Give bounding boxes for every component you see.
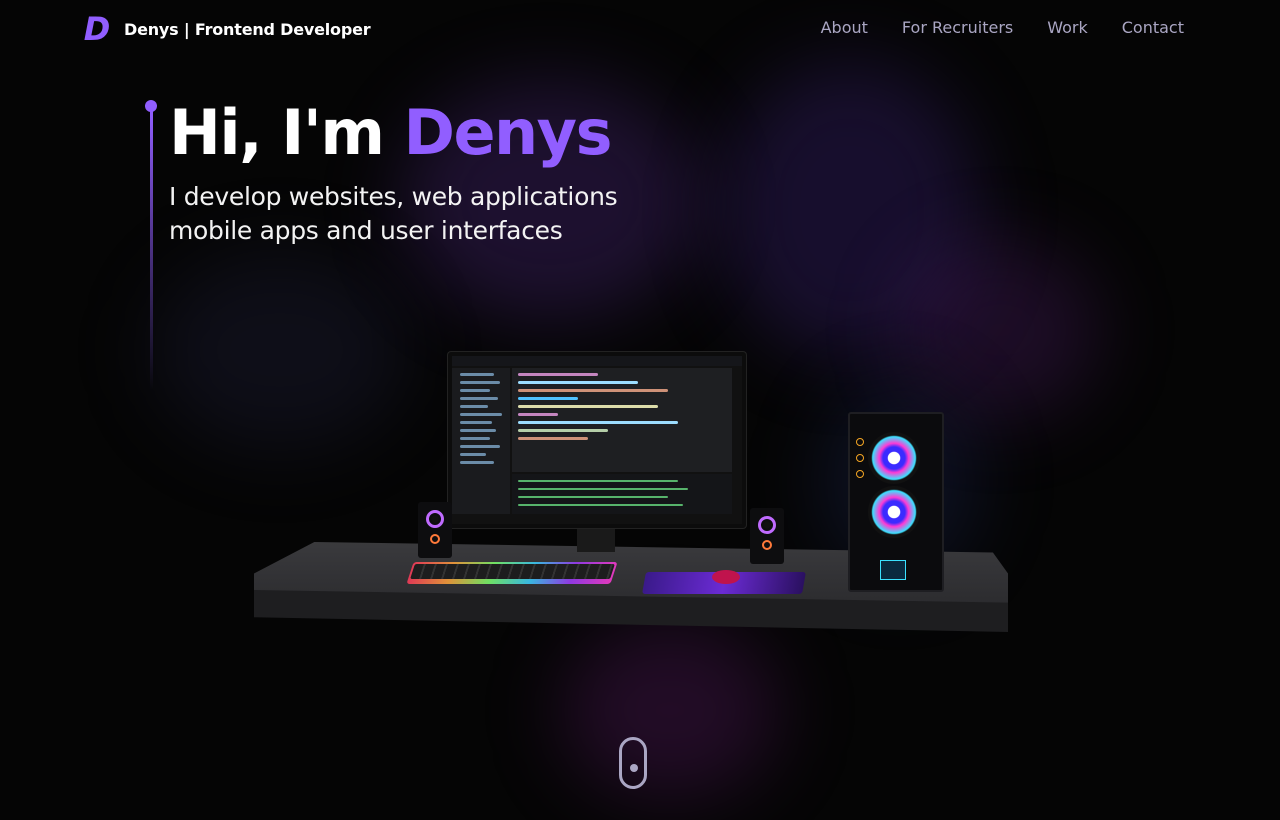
mouse [712,570,740,584]
editor-tabs [452,356,742,366]
main-nav: About For Recruiters Work Contact [821,18,1184,37]
nav-link-work[interactable]: Work [1047,18,1088,37]
desk-setup-3d-scene[interactable] [250,350,1010,650]
navbar: D Denys | Frontend Developer About For R… [0,0,1280,58]
nav-link-for-recruiters[interactable]: For Recruiters [902,18,1013,37]
mouse-scroll-icon[interactable] [619,737,647,789]
case-fan-bottom [868,486,920,538]
hero-accent-rule [150,110,153,390]
hero-heading: Hi, I'm Denys [169,96,613,170]
speaker-right [750,508,784,564]
hero-subtitle-line-1: I develop websites, web applications [169,182,618,211]
hero-greeting: Hi, I'm [169,96,404,169]
case-logo-badge [880,560,906,580]
nav-link-contact[interactable]: Contact [1122,18,1184,37]
logo-link[interactable]: D Denys | Frontend Developer [83,10,371,48]
editor-terminal [512,474,732,514]
editor-code [512,368,732,472]
hero-subtitle-line-2: mobile apps and user interfaces [169,216,563,245]
site-title: Denys | Frontend Developer [124,19,371,39]
keyboard [406,562,618,584]
editor-explorer [452,368,510,514]
pc-case [848,412,944,592]
hero-name: Denys [403,96,613,169]
case-fan-top [868,432,920,484]
letter-d-logo-icon: D [83,10,111,48]
scroll-dot [630,764,638,772]
speaker-left [418,502,452,558]
hero-subtitle: I develop websites, web applications mob… [169,180,618,248]
monitor [448,352,746,528]
nav-link-about[interactable]: About [821,18,868,37]
